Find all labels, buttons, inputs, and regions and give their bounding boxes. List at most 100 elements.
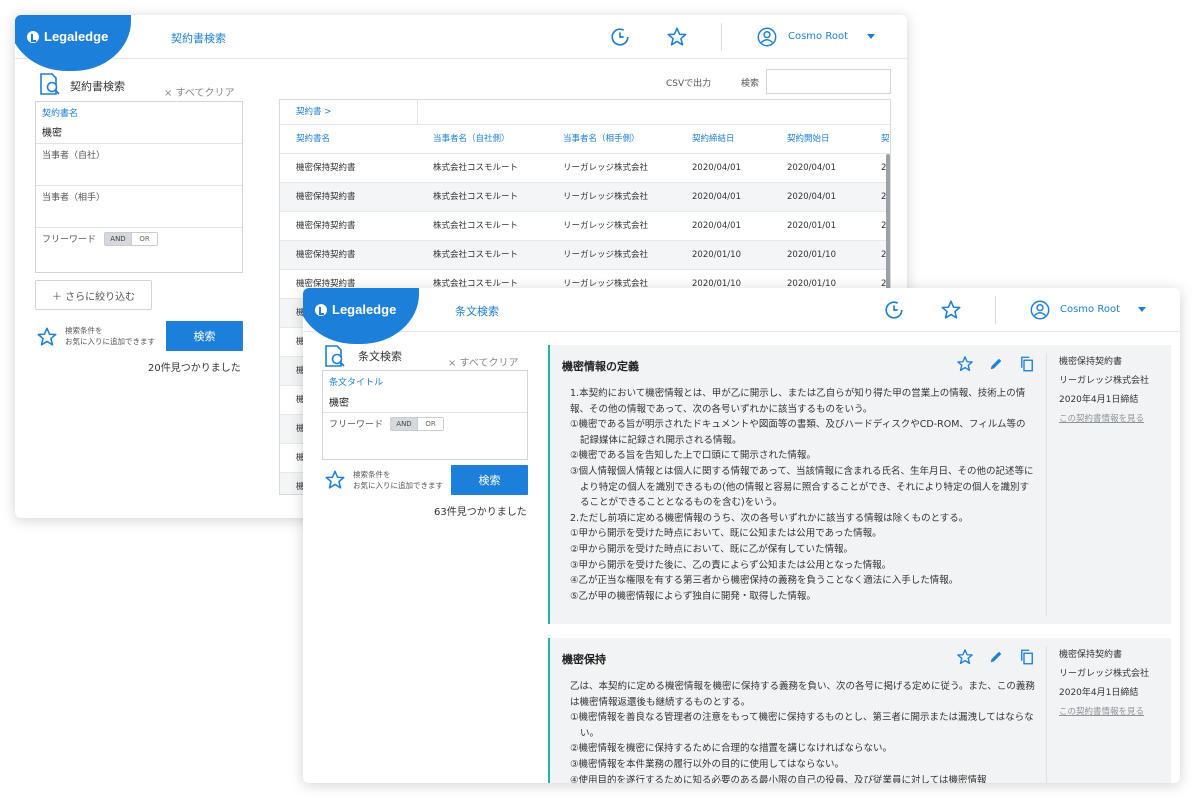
save-favorite-star-icon[interactable] [36,326,58,348]
freeword-field[interactable]: フリーワード AND OR [36,228,242,272]
search-panel-title: 契約書検索 [70,80,125,93]
csv-export-button[interactable]: CSVで出力 [666,76,711,89]
page-title[interactable]: 条文検索 [455,303,499,319]
edit-pencil-icon[interactable] [987,648,1005,666]
toggle-or[interactable]: OR [131,233,157,245]
column-header[interactable]: 契 [881,125,890,154]
clause-line: 乙は、本契約に定める機密情報を機密に保持する義務を負い、次の各号に掲げる定めに従… [570,681,1035,708]
clause-line: ③個人情報個人情報とは個人に関する情報であって、当該情報に含まれる氏名、生年月日… [570,465,1034,509]
and-or-toggle[interactable]: AND OR [390,417,444,431]
table-row[interactable]: 機密保持契約書 株式会社コスモルート リーガレッジ株式会社 2020/01/10 202… [280,241,890,270]
and-or-toggle[interactable]: AND OR [104,232,158,246]
counterparty-field[interactable]: 当事者（相手） [36,186,242,228]
toggle-and[interactable]: AND [105,233,131,245]
user-name[interactable]: Cosmo Root [1060,304,1120,315]
brand-logo[interactable]: Legaledge [27,29,108,44]
table-row[interactable]: 機密保持契約書 株式会社コスモルート リーガレッジ株式会社 2020/04/01 202… [280,212,890,241]
clear-all-button[interactable]: × すべてクリア [448,354,518,369]
view-contract-link[interactable]: この契約書情報を見る [1059,703,1149,722]
column-header[interactable]: 契約締結日 [692,125,735,154]
toggle-and[interactable]: AND [391,418,417,430]
contract-name-field[interactable]: 契約書名 機密 [36,102,242,144]
column-header[interactable]: 当事者名（自社側） [433,125,510,154]
app-header: Legaledge 条文検索 Cosmo Root [303,288,1180,344]
own-party-field[interactable]: 当事者（自社） [36,144,242,186]
chevron-down-icon[interactable] [867,34,875,39]
user-avatar-icon[interactable] [756,26,778,48]
table-cell: 機密保持契約書 [296,250,356,260]
counterparty: リーガレッジ株式会社 [1059,376,1150,386]
column-header[interactable]: 契約開始日 [787,125,830,154]
clear-all-button[interactable]: × すべてクリア [164,84,234,99]
favorite-star-icon[interactable] [956,648,974,666]
page-title[interactable]: 契約書検索 [171,30,226,46]
table-cell: リーガレッジ株式会社 [563,221,649,231]
clause-line: 2.ただし前項に定める機密情報のうち、次の各号いずれかに該当する情報は除くものと… [570,512,969,524]
field-value[interactable]: 機密 [329,394,349,409]
chevron-down-icon[interactable] [1138,307,1146,312]
clause-title: 機密保持 [562,653,606,666]
table-cell: 2020/04/01 [692,163,741,173]
narrow-down-button[interactable]: ＋ さらに絞り込む [35,280,152,310]
field-label: 当事者（自社） [42,151,106,161]
search-button[interactable]: 検索 [451,465,528,495]
favorite-star-icon[interactable] [666,26,688,48]
table-cell: 株式会社コスモルート [433,192,519,202]
favorite-hint-line: お気に入りに追加できます [353,481,443,490]
history-icon[interactable] [609,26,631,48]
brand-logo[interactable]: Legaledge [315,302,396,317]
result-count: 63件見つかりました [434,507,527,518]
user-avatar-icon[interactable] [1029,299,1051,321]
signed-date: 2020年4月1日締結 [1059,395,1139,405]
table-cell: 機密保持契約書 [296,192,356,202]
favorite-hint: 検索条件を お気に入りに追加できます [65,325,155,347]
copy-icon[interactable] [1018,648,1036,666]
field-value[interactable]: 機密 [42,124,62,139]
clause-title-field[interactable]: 条文タイトル 機密 [323,371,527,413]
history-icon[interactable] [883,299,905,321]
clause-line: ①機密情報を善良なる管理者の注意をもって機密に保持するものとし、第三者に開示また… [570,712,1034,739]
favorite-hint-line: お気に入りに追加できます [65,337,155,346]
favorite-hint-line: 検索条件を [65,326,103,335]
favorite-star-icon[interactable] [956,355,974,373]
document-search-icon [40,73,60,95]
clause-card[interactable]: 機密情報の定義 1.本契約において機密情報とは、甲が乙に開示し、または乙自らが知り… [548,345,1171,624]
table-cell: リーガレッジ株式会社 [563,250,649,260]
save-favorite-star-icon[interactable] [324,469,346,491]
favorite-hint-line: 検索条件を [353,470,391,479]
table-cell: 2020/04/01 [692,221,741,231]
table-search-input[interactable] [766,69,891,94]
view-contract-link[interactable]: この契約書情報を見る [1059,410,1149,429]
clause-line: ②甲から開示を受けた時点において、既に乙が保有していた情報。 [570,543,853,555]
table-cell: 機密保持契約書 [296,163,356,173]
table-cell: 2020/04/01 [787,163,836,173]
user-name[interactable]: Cosmo Root [788,31,848,42]
table-cell: 2020/01/10 [692,250,741,260]
result-count: 20件見つかりました [148,363,241,374]
copy-icon[interactable] [1018,355,1036,373]
field-label: フリーワード [329,420,384,430]
clause-line: ②機密情報を機密に保持するために合理的な措置を講じなければならない。 [570,743,893,755]
table-row[interactable]: 機密保持契約書 株式会社コスモルート リーガレッジ株式会社 2020/04/01 202… [280,154,890,183]
clause-card[interactable]: 機密保持乙は、本契約に定める機密情報を機密に保持する義務を負い、次の各号に掲げる… [548,638,1171,783]
clause-line: ④乙が正当な権限を有する第三者から機密保持の義務を負うことなく適法に入手した情報… [570,575,959,587]
contract-info: 機密保持契約書リーガレッジ株式会社 2020年4月1日締結この契約書情報を見る [1046,353,1149,616]
search-button[interactable]: 検索 [166,321,243,351]
clause-line: ①甲から開示を受けた時点において、既に公知または公用であった情報。 [570,528,882,540]
table-row[interactable]: 機密保持契約書 株式会社コスモルート リーガレッジ株式会社 2020/04/01 202… [280,183,890,212]
favorite-star-icon[interactable] [940,299,962,321]
clause-line: ④使用目的を遂行するために知る必要のある最小限の自己の役員、及び従業員に対しては… [570,774,987,783]
table-header: 契約書名 当事者名（自社側） 当事者名（相手側） 契約締結日 契約開始日 契 [280,125,890,154]
field-label: 条文タイトル [329,378,384,388]
table-cell: 2020/04/01 [787,192,836,202]
column-header[interactable]: 当事者名（相手側） [563,125,640,154]
breadcrumb[interactable]: 契約書 > [296,100,331,125]
contract-name: 機密保持契約書 [1059,357,1123,367]
table-cell: 2020/01/10 [787,250,836,260]
edit-pencil-icon[interactable] [987,355,1005,373]
freeword-field[interactable]: フリーワード AND OR [323,413,527,459]
field-label: 当事者（相手） [42,193,106,203]
clause-line: ③甲から開示を受けた後に、乙の責によらず公知または公用となった情報。 [570,559,892,571]
toggle-or[interactable]: OR [417,418,443,430]
column-header[interactable]: 契約書名 [296,125,330,154]
